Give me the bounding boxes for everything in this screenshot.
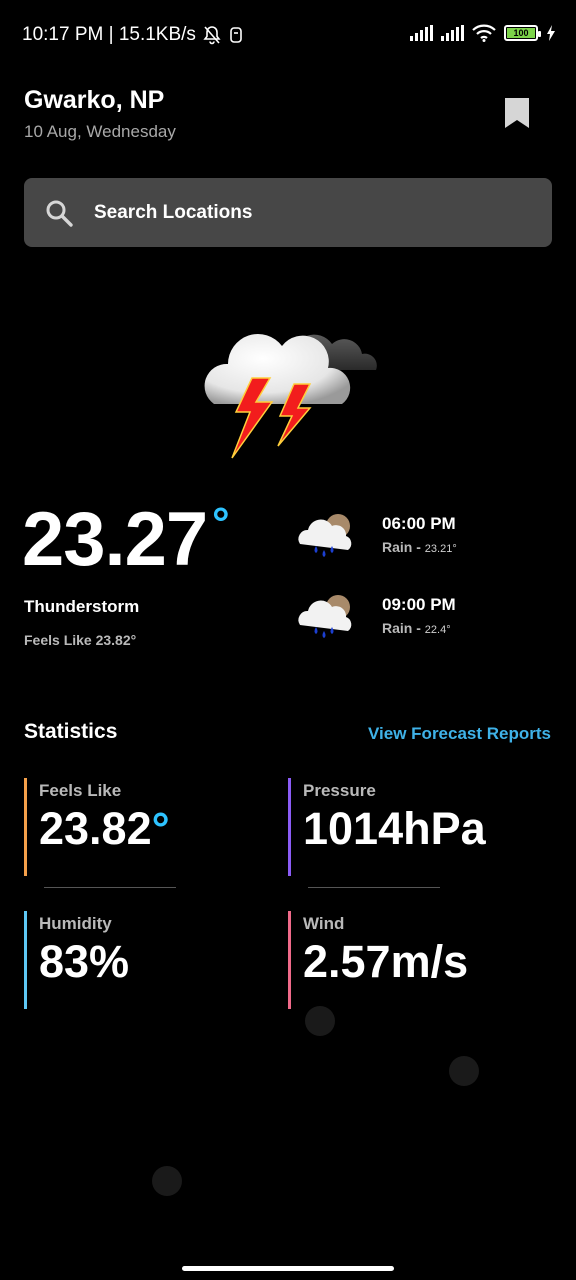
stat-label: Humidity: [39, 914, 112, 933]
background-dot: [449, 1056, 479, 1086]
search-bar[interactable]: Search Locations: [24, 178, 552, 247]
current-date: 10 Aug, Wednesday: [24, 122, 176, 141]
view-forecast-reports-link[interactable]: View Forecast Reports: [368, 724, 551, 744]
hourly-separator: -: [412, 539, 425, 555]
stat-value: 23.82°: [39, 803, 264, 855]
status-bar: 10:17 PM | 15.1KB/s 100: [0, 0, 576, 70]
location-name: Gwarko, NP: [24, 86, 165, 114]
weather-condition: Thunderstorm: [24, 597, 140, 616]
hourly-temp: 22.4°: [424, 624, 451, 636]
hourly-description: Rain - 23.21°: [382, 539, 457, 555]
rain-cloud-icon: [298, 595, 352, 638]
search-placeholder: Search Locations: [94, 201, 253, 223]
stat-label: Pressure: [303, 781, 376, 800]
sim-icon: [230, 27, 242, 43]
hourly-temp: 23.21°: [424, 543, 457, 555]
hourly-forecast-item: 09:00 PM Rain - 22.4°: [294, 591, 554, 651]
hourly-forecast-item: 06:00 PM Rain - 23.21°: [294, 510, 554, 570]
hourly-label: Rain: [382, 620, 413, 636]
stat-value: 1014hPa: [303, 803, 486, 854]
bookmark-icon[interactable]: [503, 96, 531, 130]
background-dot: [305, 1006, 335, 1036]
signal-icon: [410, 25, 433, 41]
stat-number: 23.82: [39, 803, 152, 854]
stat-card-wind: Wind 2.57m/s: [288, 911, 528, 1009]
search-icon: [46, 200, 73, 227]
status-bar-left: 10:17 PM | 15.1KB/s: [22, 24, 244, 46]
current-temperature: 23.27: [22, 497, 208, 582]
status-bar-right: 100: [410, 24, 556, 42]
stat-card-feels-like: Feels Like 23.82°: [24, 778, 264, 876]
hourly-description: Rain - 22.4°: [382, 620, 451, 636]
battery-icon: 100: [504, 25, 541, 41]
stat-card-humidity: Humidity 83%: [24, 911, 264, 1009]
divider: [44, 887, 176, 888]
hourly-time: 09:00 PM: [382, 595, 456, 614]
rain-cloud-icon: [298, 514, 352, 557]
stat-unit: °: [151, 803, 170, 854]
thunderstorm-icon: [204, 334, 377, 459]
background-dot: [152, 1166, 182, 1196]
bell-off-icon: [203, 26, 221, 45]
hourly-label: Rain: [382, 539, 413, 555]
status-time-speed: 10:17 PM | 15.1KB/s: [22, 24, 196, 45]
charging-icon: [547, 25, 555, 41]
stat-label: Feels Like: [39, 781, 122, 800]
signal-icon-2: [441, 25, 464, 41]
hourly-separator: -: [412, 620, 425, 636]
divider: [308, 887, 440, 888]
feels-like-text: Feels Like 23.82°: [24, 632, 137, 648]
wifi-icon: [472, 24, 496, 42]
statistics-title: Statistics: [24, 720, 118, 743]
temperature-degree-symbol: °: [212, 499, 230, 548]
hourly-time: 06:00 PM: [382, 514, 456, 533]
stat-value: 2.57m/s: [303, 936, 469, 987]
stat-value: 83%: [39, 936, 130, 987]
battery-level: 100: [507, 28, 535, 38]
stat-card-pressure: Pressure 1014hPa: [288, 778, 528, 876]
stat-label: Wind: [303, 914, 345, 933]
home-indicator[interactable]: [182, 1266, 394, 1271]
